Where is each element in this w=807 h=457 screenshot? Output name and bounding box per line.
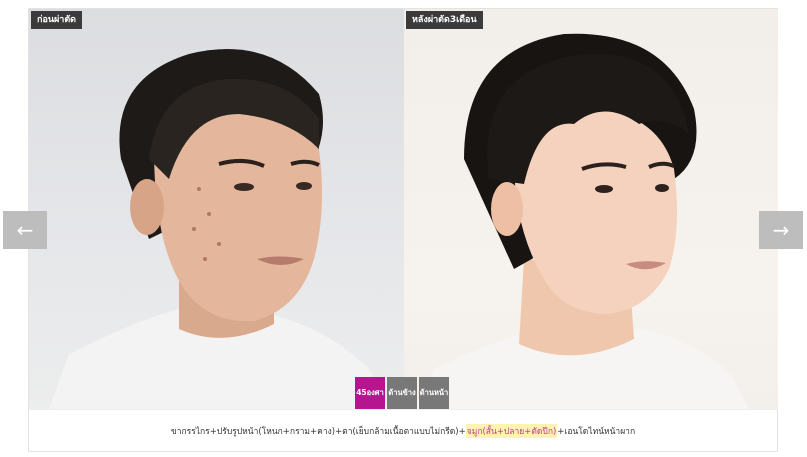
caption-highlight: จมูก(สั้น+ปลาย+ตัดปีก) (465, 424, 558, 438)
before-after-gallery: ก่อนผ่าตัด หลังผ่าตัด3เดือน 45องศา ด้านข… (28, 8, 778, 452)
tab-side[interactable]: ด้านข้าง (387, 377, 417, 409)
view-angle-tabs: 45องศา ด้านข้าง ด้านหน้า (355, 377, 451, 409)
arrow-left-icon: ← (16, 218, 34, 242)
caption-text-2: +เอนโดไทน์หน้าผาก (557, 427, 636, 437)
after-label: หลังผ่าตัด3เดือน (406, 11, 483, 29)
before-photo (29, 9, 404, 409)
next-slide-button[interactable]: → (759, 211, 803, 249)
tab-45-degree[interactable]: 45องศา (355, 377, 385, 409)
prev-slide-button[interactable]: ← (3, 211, 47, 249)
caption-text-1: ขากรรไกร+ปรับรูปหน้า(โหนก+กราม+คาง)+ตา(เ… (170, 427, 466, 437)
before-label: ก่อนผ่าตัด (31, 11, 83, 29)
procedure-caption: ขากรรไกร+ปรับรูปหน้า(โหนก+กราม+คาง)+ตา(เ… (29, 409, 777, 452)
after-photo (404, 9, 778, 409)
arrow-right-icon: → (772, 218, 790, 242)
tab-front[interactable]: ด้านหน้า (419, 377, 449, 409)
